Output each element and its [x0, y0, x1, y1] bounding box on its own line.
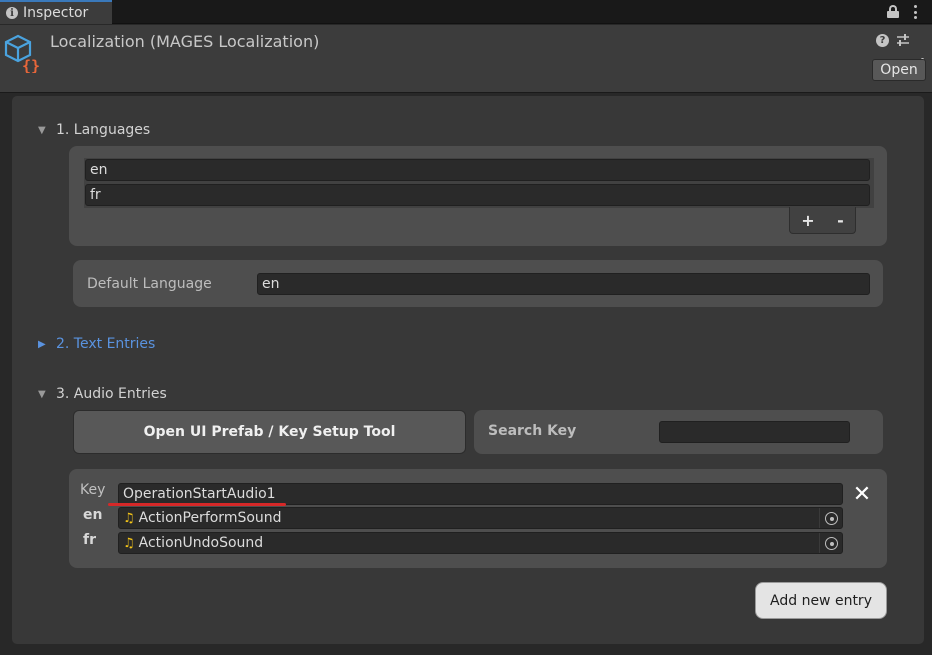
foldout-audio-entries[interactable]: ▼ 3. Audio Entries	[38, 386, 167, 402]
object-title: Localization (MAGES Localization)	[50, 32, 320, 51]
remove-language-button[interactable]: -	[837, 211, 844, 230]
lang-label-fr: fr	[83, 532, 96, 548]
key-field[interactable]: OperationStartAudio1	[118, 483, 843, 505]
search-key-input[interactable]	[659, 421, 850, 443]
default-language-label: Default Language	[87, 276, 212, 292]
tab-inspector-label: Inspector	[23, 5, 89, 21]
foldout-languages[interactable]: ▼ 1. Languages	[38, 122, 150, 138]
foldout-expanded-icon: ▼	[38, 388, 46, 400]
key-label: Key	[80, 482, 106, 498]
foldout-text-entries-label: 2. Text Entries	[56, 336, 156, 352]
audio-clip-icon: ♫	[123, 510, 135, 526]
kebab-menu-icon[interactable]	[913, 5, 917, 19]
object-picker-icon[interactable]	[825, 512, 838, 525]
object-picker-icon[interactable]	[825, 537, 838, 550]
info-icon: i	[6, 7, 18, 19]
tab-bar: i Inspector	[0, 0, 932, 24]
language-item[interactable]: fr	[85, 184, 870, 206]
lock-icon[interactable]	[887, 5, 899, 18]
add-language-button[interactable]: +	[801, 211, 814, 230]
key-highlight-underline	[108, 503, 286, 506]
audio-clip-name: ActionUndoSound	[138, 535, 264, 551]
language-item[interactable]: en	[85, 159, 870, 181]
list-add-remove: + -	[789, 207, 856, 234]
open-button[interactable]: Open	[872, 59, 926, 81]
key-value: OperationStartAudio1	[123, 486, 276, 502]
foldout-text-entries[interactable]: ▶ 2. Text Entries	[38, 336, 155, 352]
default-language-field[interactable]: en	[257, 273, 870, 295]
tab-inspector[interactable]: i Inspector	[0, 0, 112, 24]
search-key-label: Search Key	[488, 423, 577, 439]
foldout-collapsed-icon: ▶	[38, 338, 46, 350]
foldout-languages-label: 1. Languages	[56, 122, 151, 138]
audio-clip-field-fr[interactable]: ♫ ActionUndoSound	[118, 532, 843, 554]
open-ui-prefab-button[interactable]: Open UI Prefab / Key Setup Tool	[73, 410, 466, 454]
svg-text:{}: {}	[22, 57, 40, 73]
add-new-entry-button[interactable]: Add new entry	[755, 582, 887, 619]
foldout-expanded-icon: ▼	[38, 124, 46, 136]
inspector-header: {} Localization (MAGES Localization) ? O…	[0, 25, 932, 93]
audio-clip-icon: ♫	[123, 535, 135, 551]
lang-label-en: en	[83, 507, 103, 523]
localization-cube-icon: {}	[4, 34, 40, 73]
help-icon[interactable]: ?	[876, 34, 889, 47]
audio-clip-name: ActionPerformSound	[138, 510, 282, 526]
foldout-audio-entries-label: 3. Audio Entries	[56, 386, 167, 402]
preset-sliders-icon[interactable]	[896, 33, 910, 47]
audio-clip-field-en[interactable]: ♫ ActionPerformSound	[118, 507, 843, 529]
remove-entry-icon[interactable]: ✕	[851, 484, 873, 506]
